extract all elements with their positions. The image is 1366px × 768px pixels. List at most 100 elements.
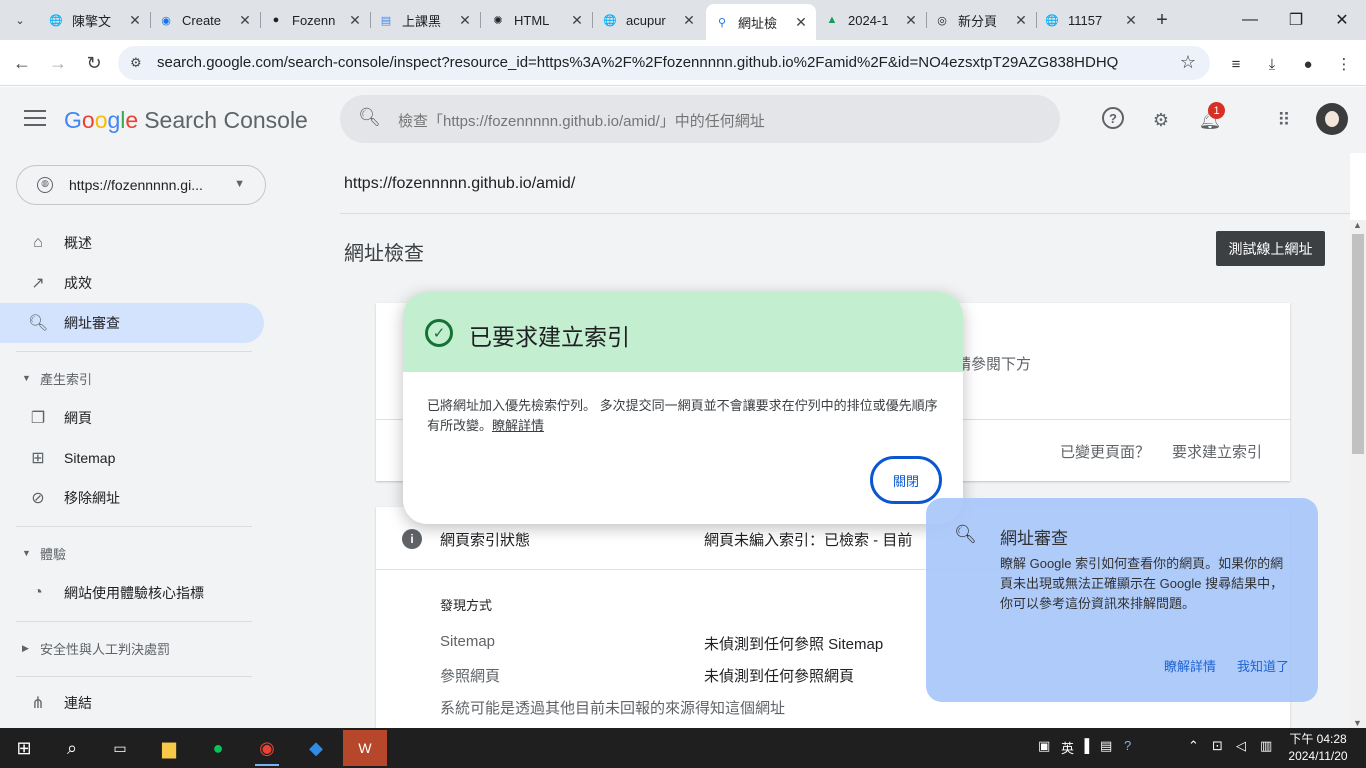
search-icon[interactable]: ⌕ — [50, 730, 94, 766]
reload-icon[interactable]: ↻ — [81, 50, 107, 76]
close-window-icon[interactable]: ✕ — [1330, 8, 1354, 32]
tip-got-it-button[interactable]: 我知道了 — [1237, 656, 1289, 675]
sidebar-item-performance[interactable]: ↗ 成效 — [0, 263, 264, 303]
scrollbar-thumb[interactable] — [1352, 234, 1364, 454]
task-view-icon[interactable]: ▭ — [98, 730, 142, 766]
test-live-url-button[interactable]: 測試線上網址 — [1216, 231, 1325, 266]
ime-width-icon[interactable]: ▐ — [1080, 738, 1089, 753]
line-app-icon[interactable]: ● — [196, 730, 240, 766]
site-info-icon[interactable]: ⚙ — [130, 55, 142, 71]
row-value: 未偵測到任何參照 Sitemap — [704, 636, 884, 653]
tab-search-icon[interactable]: ⌄ — [8, 8, 32, 32]
help-icon[interactable]: ? — [1124, 738, 1131, 753]
sidebar-item-core-web-vitals[interactable]: ◔ 網站使用體驗核心指標 — [0, 573, 264, 613]
close-tab-icon[interactable]: ✕ — [236, 12, 254, 29]
discovery-title: 發現方式 — [440, 598, 493, 613]
globe-icon: 🌐 — [603, 14, 617, 27]
scroll-down-icon[interactable]: ▼ — [1353, 718, 1362, 728]
more-menu-icon[interactable]: ⋮ — [1332, 52, 1356, 76]
property-selector[interactable]: ◍ https://fozennnnn.gi... ▼ — [16, 165, 266, 205]
close-tab-icon[interactable]: ✕ — [1012, 12, 1030, 29]
browser-tab[interactable]: ▤ 上課黑 ✕ — [370, 4, 481, 36]
browser-tab[interactable]: ◉ Create ✕ — [150, 4, 261, 36]
volume-icon[interactable]: ◁ — [1236, 738, 1246, 754]
apps-grid-icon[interactable]: ⠿ — [1271, 107, 1297, 133]
browser-toolbar: ← → ↻ ⚙ search.google.com/search-console… — [0, 40, 1366, 86]
minimize-icon[interactable]: — — [1238, 8, 1262, 32]
sidebar-item-removals[interactable]: ⊘ 移除網址 — [0, 478, 264, 518]
sidebar-item-overview[interactable]: ⌂ 概述 — [0, 223, 264, 263]
sidebar-item-label: 移除網址 — [64, 490, 120, 506]
browser-tab[interactable]: ● Fozenn ✕ — [260, 4, 371, 36]
close-button[interactable]: 關閉 — [870, 456, 942, 504]
indexing-requested-dialog: ✓ 已要求建立索引 已將網址加入優先檢索佇列。 多次提交同一網頁並不會讓要求在佇… — [403, 292, 963, 524]
close-tab-icon[interactable]: ✕ — [456, 12, 474, 29]
search-console-logo[interactable]: Google Search Console — [64, 107, 308, 134]
forward-icon[interactable]: → — [45, 50, 71, 76]
sidebar-item-pages[interactable]: ❐ 網頁 — [0, 398, 264, 438]
browser-tab[interactable]: ◎ 新分頁 ✕ — [926, 4, 1037, 36]
tip-learn-more-button[interactable]: 瞭解詳情 — [1164, 656, 1216, 675]
section-label: 體驗 — [40, 546, 67, 562]
media-control-icon[interactable]: ≡ — [1224, 52, 1248, 76]
close-tab-icon[interactable]: ✕ — [1122, 12, 1140, 29]
new-tab-icon[interactable]: + — [1150, 8, 1174, 32]
browser-tab-active[interactable]: ⚲ 網址檢 ✕ — [706, 4, 816, 40]
close-tab-icon[interactable]: ✕ — [902, 12, 920, 29]
section-experience[interactable]: ▼ 體驗 — [0, 537, 264, 569]
section-indexing[interactable]: ▼ 產生索引 — [0, 362, 264, 394]
url-inspect-search[interactable]: 🔍︎ 檢查「https://fozennnnn.github.io/amid/」… — [340, 95, 1060, 143]
section-security[interactable]: ▶ 安全性與人工判決處罰 — [0, 632, 264, 664]
tab-title: 陳擎文 — [72, 13, 112, 29]
sidebar-item-links[interactable]: ⋔ 連結 — [0, 683, 264, 723]
manage-users-icon[interactable]: ⚙ — [1148, 107, 1174, 133]
close-tab-icon[interactable]: ✕ — [680, 12, 698, 29]
browser-tab[interactable]: 🌐 11157 ✕ — [1036, 4, 1146, 36]
windows-start-icon[interactable]: ⊞ — [2, 730, 46, 766]
help-icon[interactable]: ? — [1102, 107, 1124, 129]
restore-icon[interactable]: ❐ — [1284, 8, 1308, 32]
browser-tab[interactable]: 🌐 陳擎文 ✕ — [40, 4, 151, 36]
page-scrollbar[interactable]: ▲ ▼ — [1350, 220, 1366, 728]
learn-more-link[interactable]: 瞭解詳情 — [492, 418, 544, 433]
download-icon[interactable]: ⤓ — [1260, 52, 1284, 76]
address-bar[interactable]: ⚙ search.google.com/search-console/inspe… — [118, 46, 1210, 80]
url-text[interactable]: search.google.com/search-console/inspect… — [157, 54, 1118, 71]
search-placeholder: 檢查「https://fozennnnn.github.io/amid/」中的任… — [398, 113, 765, 130]
expand-arrow-icon: ▶ — [22, 642, 29, 653]
ime-mode-icon[interactable]: ▣ — [1038, 738, 1050, 754]
row-label: Sitemap — [440, 633, 496, 650]
sidebar-item-sitemap[interactable]: ⊞ Sitemap — [0, 438, 264, 478]
network-icon[interactable]: ⊡ — [1212, 738, 1223, 754]
taskbar-clock[interactable]: 下午 04:28 2024/11/20 — [1280, 731, 1356, 765]
bookmark-star-icon[interactable]: ☆ — [1180, 52, 1196, 73]
profile-icon[interactable]: ● — [1296, 52, 1320, 76]
sidebar-item-url-inspection[interactable]: 🔍︎ 網址審查 — [0, 303, 264, 343]
back-icon[interactable]: ← — [9, 50, 35, 76]
ime-tool-icon[interactable]: ▤ — [1100, 738, 1112, 754]
avatar[interactable] — [1316, 103, 1348, 135]
word-icon[interactable]: W — [343, 730, 387, 766]
section-label: 產生索引 — [40, 371, 93, 387]
chrome-icon[interactable]: ◉ — [245, 730, 289, 766]
main-menu-icon[interactable] — [24, 110, 46, 128]
file-explorer-icon[interactable]: ▆ — [147, 730, 191, 766]
browser-tab-strip: ⌄ 🌐 陳擎文 ✕ ◉ Create ✕ ● Fozenn ✕ ▤ 上課黑 ✕ … — [0, 0, 1366, 40]
ime-language[interactable]: 英 — [1061, 738, 1074, 757]
close-tab-icon[interactable]: ✕ — [568, 12, 586, 29]
browser-tab[interactable]: ✺ HTML ✕ — [482, 4, 593, 36]
tab-title: 網址檢 — [738, 15, 778, 31]
tray-expand-icon[interactable]: ⌃ — [1188, 738, 1199, 754]
vscode-icon[interactable]: ◆ — [294, 730, 338, 766]
index-status-label[interactable]: 網頁索引狀態 — [440, 529, 530, 550]
browser-tab[interactable]: 🌐 acupur ✕ — [594, 4, 704, 36]
close-tab-icon[interactable]: ✕ — [346, 12, 364, 29]
close-tab-icon[interactable]: ✕ — [126, 12, 144, 29]
close-tab-icon[interactable]: ✕ — [792, 14, 810, 31]
browser-tab[interactable]: ▲ 2024-1 ✕ — [816, 4, 927, 36]
tab-title: Fozenn — [292, 12, 336, 28]
ime-tray-icon[interactable]: ▥ — [1260, 738, 1272, 754]
request-indexing-link[interactable]: 要求建立索引 — [1172, 441, 1262, 462]
docs-icon: ▤ — [380, 14, 392, 27]
scroll-up-icon[interactable]: ▲ — [1353, 220, 1362, 230]
